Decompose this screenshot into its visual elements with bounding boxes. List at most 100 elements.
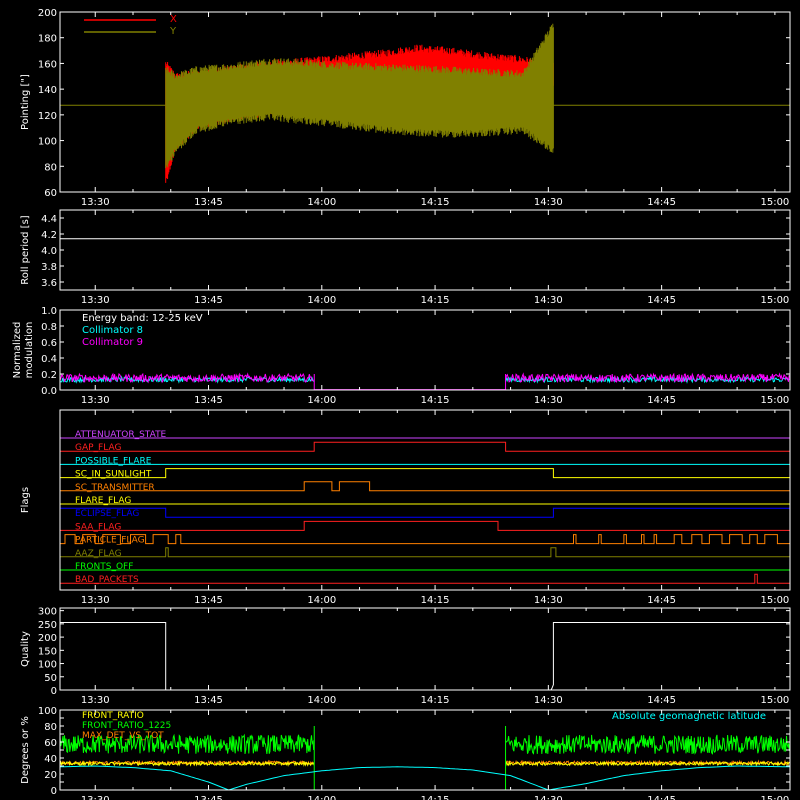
quality-ytick-label: 150	[38, 646, 57, 657]
modulation-xtick-label: 13:45	[194, 395, 223, 406]
flag-label-gap_flag: GAP_FLAG	[75, 443, 121, 453]
geomag-latitude-label: Absolute geomagnetic latitude	[612, 711, 766, 722]
modulation-ylabel: Normalized	[12, 322, 23, 379]
modulation-xtick-label: 14:00	[307, 395, 336, 406]
modulation-ylabel: modulation	[24, 322, 35, 379]
ratios-xtick-label: 13:30	[81, 795, 110, 800]
ratios-xtick-label: 14:30	[534, 795, 563, 800]
roll_period-xtick-label: 14:30	[534, 295, 563, 306]
quality-xtick-label: 14:45	[647, 695, 676, 706]
flag-label-bad_packets: BAD_PACKETS	[75, 575, 139, 585]
ratios-xtick-label: 14:00	[307, 795, 336, 800]
quality-xtick-label: 13:45	[194, 695, 223, 706]
legend-label-collimator-8: Collimator 8	[82, 325, 143, 336]
modulation-xtick-label: 13:30	[81, 395, 110, 406]
roll_period-ytick-label: 4.2	[41, 230, 57, 241]
flags-xtick-label: 13:30	[81, 595, 110, 606]
quality-ylabel: Quality	[20, 631, 31, 667]
pointing-xtick-label: 14:45	[647, 197, 676, 208]
ratios-ylabel: Degrees or %	[20, 716, 31, 784]
roll_period-xtick-label: 14:00	[307, 295, 336, 306]
roll_period-xtick-label: 14:45	[647, 295, 676, 306]
energy-band-annotation: Energy band: 12-25 keV	[82, 313, 203, 324]
flag-label-possible_flare: POSSIBLE_FLARE	[75, 456, 152, 466]
pointing-ytick-label: 80	[44, 162, 57, 173]
quality-ytick-label: 200	[38, 633, 57, 644]
modulation-ytick-label: 0.0	[41, 386, 57, 397]
flag-label-eclipse_flag: ECLIPSE_FLAG	[75, 509, 139, 519]
flag-label-saa_flag: SAA_FLAG	[75, 522, 121, 532]
pointing-xtick-label: 13:45	[194, 197, 223, 208]
ratios-ytick-label: 20	[44, 770, 57, 781]
legend-label-x: X	[170, 14, 177, 25]
modulation-ytick-label: 0.8	[41, 322, 57, 333]
modulation-xtick-label: 14:30	[534, 395, 563, 406]
pointing-xtick-label: 13:30	[81, 197, 110, 208]
roll_period-xtick-label: 13:45	[194, 295, 223, 306]
flags-xtick-label: 14:15	[421, 595, 450, 606]
modulation-ytick-label: 0.2	[41, 370, 57, 381]
quality-ytick-label: 50	[44, 673, 57, 684]
roll_period-xtick-label: 13:30	[81, 295, 110, 306]
legend-label-front_ratio: FRONT_RATIO	[82, 711, 144, 721]
flag-label-sc_transmitter: SC_TRANSMITTER	[75, 483, 155, 493]
quality-xtick-label: 13:30	[81, 695, 110, 706]
ratios-ytick-label: 40	[44, 754, 57, 765]
roll_period-ytick-label: 3.8	[41, 262, 57, 273]
legend-label-front_ratio_1225: FRONT_RATIO_1225	[82, 721, 171, 731]
quality-ytick-label: 0	[51, 686, 57, 697]
pointing-ytick-label: 100	[38, 137, 57, 148]
pointing-xtick-label: 14:30	[534, 197, 563, 208]
quality-xtick-label: 15:00	[760, 695, 789, 706]
modulation-xtick-label: 14:45	[647, 395, 676, 406]
roll_period-ytick-label: 4.0	[41, 246, 57, 257]
roll_period-ytick-label: 3.6	[41, 278, 57, 289]
ratios-xtick-label: 15:00	[760, 795, 789, 800]
flags-ylabel: Flags	[20, 487, 31, 513]
legend-label-y: Y	[169, 26, 177, 37]
pointing-ytick-label: 160	[38, 59, 57, 70]
ratios-xtick-label: 13:45	[194, 795, 223, 800]
flag-label-particle_flag: PARTICLE_FLAG	[75, 536, 145, 546]
flag-label-aaz_flag: AAZ_FLAG	[75, 549, 122, 559]
quality-xtick-label: 14:30	[534, 695, 563, 706]
quality-xtick-label: 14:15	[421, 695, 450, 706]
flags-xtick-label: 14:00	[307, 595, 336, 606]
ratios-xtick-label: 14:45	[647, 795, 676, 800]
flag-label-sc_in_sunlight: SC_IN_SUNLIGHT	[75, 470, 152, 480]
modulation-ytick-label: 0.6	[41, 338, 57, 349]
pointing-ytick-label: 200	[38, 8, 57, 19]
flags-xtick-label: 14:30	[534, 595, 563, 606]
modulation-xtick-label: 14:15	[421, 395, 450, 406]
flag-label-attenuator_state: ATTENUATOR_STATE	[75, 430, 167, 440]
roll_period-ytick-label: 4.4	[41, 214, 57, 225]
ratios-ytick-label: 0	[51, 786, 57, 797]
modulation-ytick-label: 0.4	[41, 354, 57, 365]
pointing-ytick-label: 120	[38, 111, 57, 122]
flags-xtick-label: 15:00	[760, 595, 789, 606]
pointing-xtick-label: 15:00	[760, 197, 789, 208]
legend-label-collimator-9: Collimator 9	[82, 337, 143, 348]
ratios-xtick-label: 14:15	[421, 795, 450, 800]
flags-xtick-label: 13:45	[194, 595, 223, 606]
roll_period-xtick-label: 14:15	[421, 295, 450, 306]
roll_period-ylabel: Roll period [s]	[20, 215, 31, 284]
roll_period-xtick-label: 15:00	[760, 295, 789, 306]
flag-label-flare_flag: FLARE_FLAG	[75, 496, 131, 506]
quality-ytick-label: 250	[38, 620, 57, 631]
flags-xtick-label: 14:45	[647, 595, 676, 606]
legend-label-max_det_vs_tot: MAX_DET_VS_TOT	[82, 731, 164, 741]
ratios-ytick-label: 60	[44, 738, 57, 749]
pointing-xtick-label: 14:00	[307, 197, 336, 208]
quality-xtick-label: 14:00	[307, 695, 336, 706]
quicklook-plot-stack: 13:30 13:45 14:00 14:15 14:30 14:45 15:00 60 80 1…	[0, 0, 800, 800]
pointing-ytick-label: 140	[38, 85, 57, 96]
modulation-ytick-label: 1.0	[41, 306, 57, 317]
flag-label-fronts_off: FRONTS_OFF	[75, 562, 133, 572]
pointing-ytick-label: 180	[38, 34, 57, 45]
pointing-ytick-label: 60	[44, 188, 57, 199]
ratios-ytick-label: 100	[38, 706, 57, 717]
ratios-ytick-label: 80	[44, 722, 57, 733]
pointing-xtick-label: 14:15	[421, 197, 450, 208]
modulation-xtick-label: 15:00	[760, 395, 789, 406]
